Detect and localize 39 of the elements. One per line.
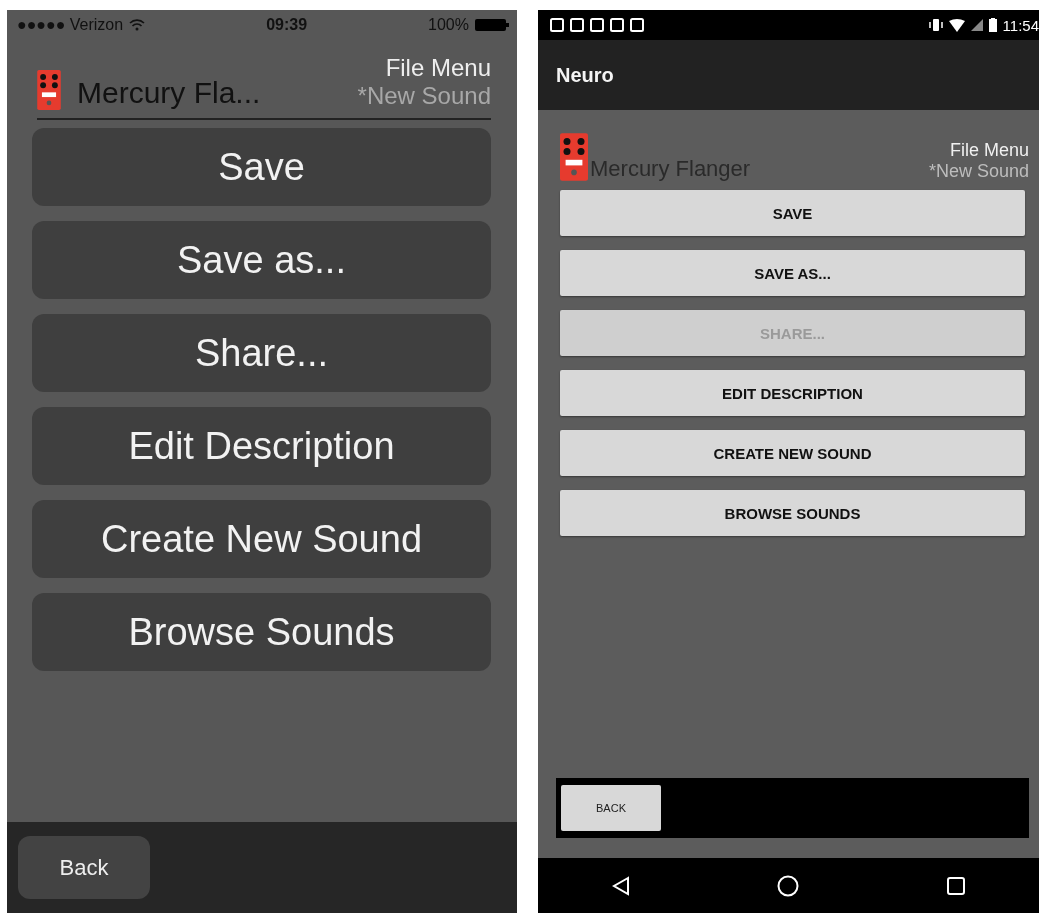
sound-name: *New Sound xyxy=(928,161,1029,182)
battery-icon xyxy=(475,19,509,31)
back-button[interactable]: Back xyxy=(18,836,150,899)
menu-button[interactable]: Edit Description xyxy=(32,407,491,485)
menu-title: File Menu xyxy=(949,140,1029,161)
guitar-pedal-icon xyxy=(560,132,588,182)
carrier-label: ●●●●● Verizon xyxy=(17,16,124,34)
notification-icon xyxy=(590,18,604,32)
notification-icon xyxy=(570,18,584,32)
menu-button[interactable]: SAVE AS... xyxy=(560,250,1025,296)
menu-button[interactable]: Create New Sound xyxy=(32,500,491,578)
app-title: Neuro xyxy=(556,63,614,87)
square-icon[interactable] xyxy=(945,875,966,896)
pedal-name: Mercury Fla... xyxy=(77,76,261,110)
back-triangle-icon[interactable] xyxy=(611,875,630,896)
clock-label: 09:39 xyxy=(266,16,308,34)
menu-button[interactable]: SAVE xyxy=(560,190,1025,236)
menu-button[interactable]: BROWSE SOUNDS xyxy=(560,490,1025,536)
wifi-icon xyxy=(129,19,146,31)
guitar-pedal-icon xyxy=(37,70,61,110)
home-circle-icon[interactable] xyxy=(776,874,799,897)
signal-icon xyxy=(970,19,983,31)
back-button[interactable]: BACK xyxy=(561,785,661,831)
menu-title: File Menu xyxy=(385,54,491,82)
menu-button[interactable]: EDIT DESCRIPTION xyxy=(560,370,1025,416)
notification-icon xyxy=(630,18,644,32)
battery-icon xyxy=(988,18,997,32)
battery-label: 100% xyxy=(428,16,469,34)
sound-name: *New Sound xyxy=(357,82,491,110)
notification-icon xyxy=(550,18,564,32)
menu-button[interactable]: Share... xyxy=(32,314,491,392)
menu-button[interactable]: Save xyxy=(32,128,491,206)
menu-button[interactable]: Save as... xyxy=(32,221,491,299)
menu-button[interactable]: CREATE NEW SOUND xyxy=(560,430,1025,476)
clock-label: 11:54 xyxy=(1002,16,1039,34)
menu-button[interactable]: Browse Sounds xyxy=(32,593,491,671)
wifi-icon xyxy=(948,18,965,32)
vibrate-icon xyxy=(928,18,943,32)
notification-icon xyxy=(610,18,624,32)
